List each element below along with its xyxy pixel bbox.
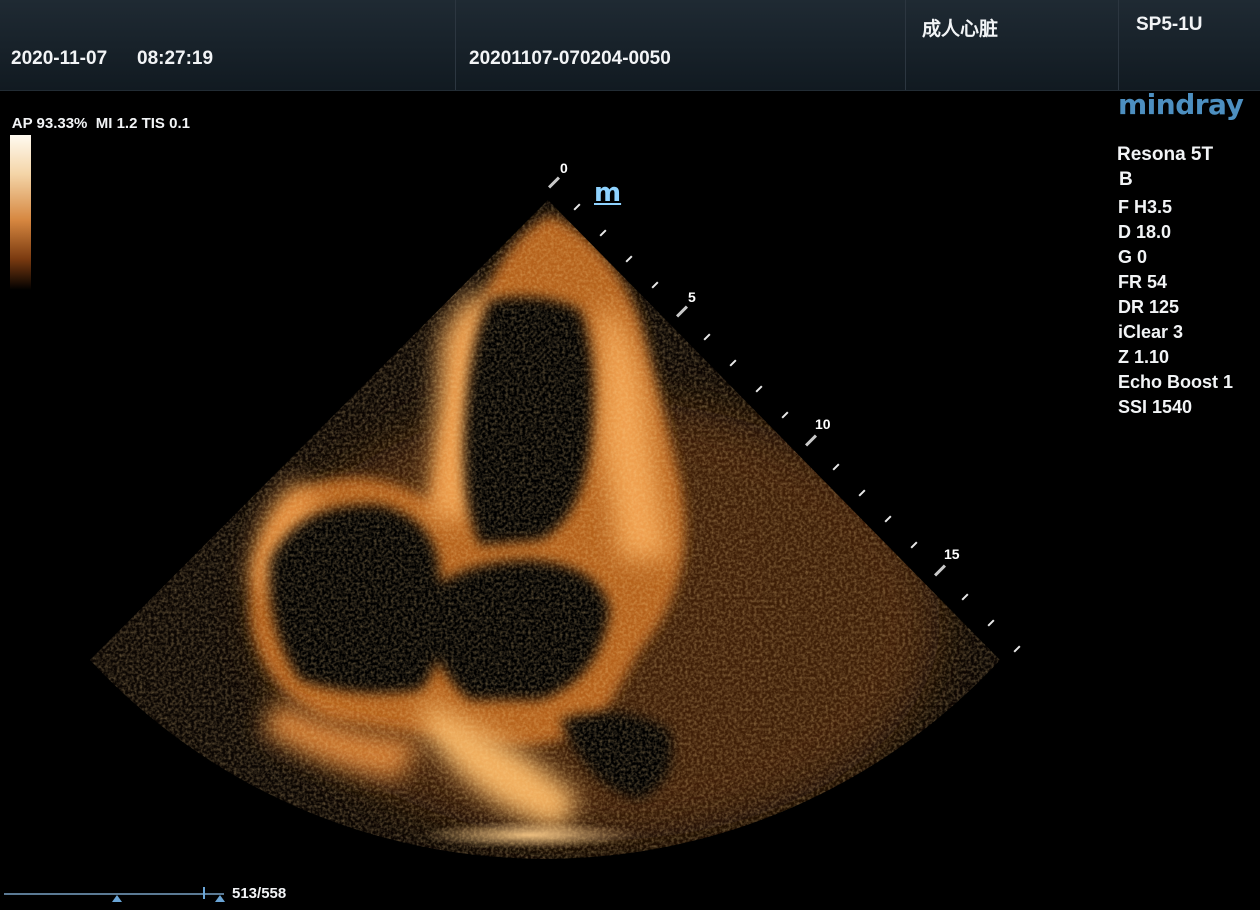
exam-preset[interactable]: 成人心脏 — [922, 14, 998, 41]
header-preset-cell[interactable]: 成人心脏 — [906, 0, 1119, 90]
mi-value: MI 1.2 — [95, 115, 138, 132]
header-probe-cell[interactable]: SP5-1U — [1119, 0, 1260, 90]
cine-playhead[interactable] — [203, 887, 205, 899]
param-dynamic-range: DR 125 — [1118, 297, 1180, 317]
device-model: Resona 5T — [1117, 144, 1214, 165]
brand-logo: mindray — [1118, 88, 1244, 121]
acoustic-output: AP 93.33% MI 1.2 TIS 0.1 — [4, 98, 190, 132]
param-frame-rate: FR 54 — [1118, 272, 1168, 292]
param-frequency: F H3.5 — [1118, 197, 1173, 217]
exam-id: 20201107-070204-0050 — [469, 48, 671, 69]
header-datetime-cell: 2020-11-07 08:27:19 — [0, 0, 456, 90]
param-iclear: iClear 3 — [1118, 322, 1184, 342]
param-gain: G 0 — [1118, 247, 1148, 267]
exam-date: 2020-11-07 — [11, 48, 108, 69]
probe-name[interactable]: SP5-1U — [1136, 14, 1203, 36]
grayscale-bar-icon — [10, 135, 31, 290]
depth-label-5: 5 — [688, 289, 696, 305]
m-orientation-icon: m — [594, 178, 622, 208]
frame-counter: 513/558 — [232, 885, 287, 902]
header-exam-cell: 20201107-070204-0050 — [456, 0, 906, 90]
depth-label-10: 10 — [815, 416, 831, 432]
ap-value: AP 93.33% — [11, 115, 88, 132]
tis-value: TIS 0.1 — [141, 115, 190, 132]
cine-end-marker[interactable] — [215, 895, 225, 902]
header-bar: 2020-11-07 08:27:19 20201107-070204-0050… — [0, 0, 1260, 91]
param-echo-boost: Echo Boost 1 — [1118, 372, 1234, 392]
cine-start-marker[interactable] — [112, 895, 122, 902]
exam-time: 08:27:19 — [137, 48, 214, 69]
param-depth: D 18.0 — [1118, 222, 1172, 242]
depth-label-15: 15 — [944, 546, 960, 562]
param-sound-speed: SSI 1540 — [1118, 397, 1193, 417]
ultrasound-image — [90, 200, 1000, 859]
param-zoom: Z 1.10 — [1118, 347, 1170, 367]
depth-label-0: 0 — [560, 160, 568, 176]
imaging-mode: B — [1119, 169, 1133, 190]
